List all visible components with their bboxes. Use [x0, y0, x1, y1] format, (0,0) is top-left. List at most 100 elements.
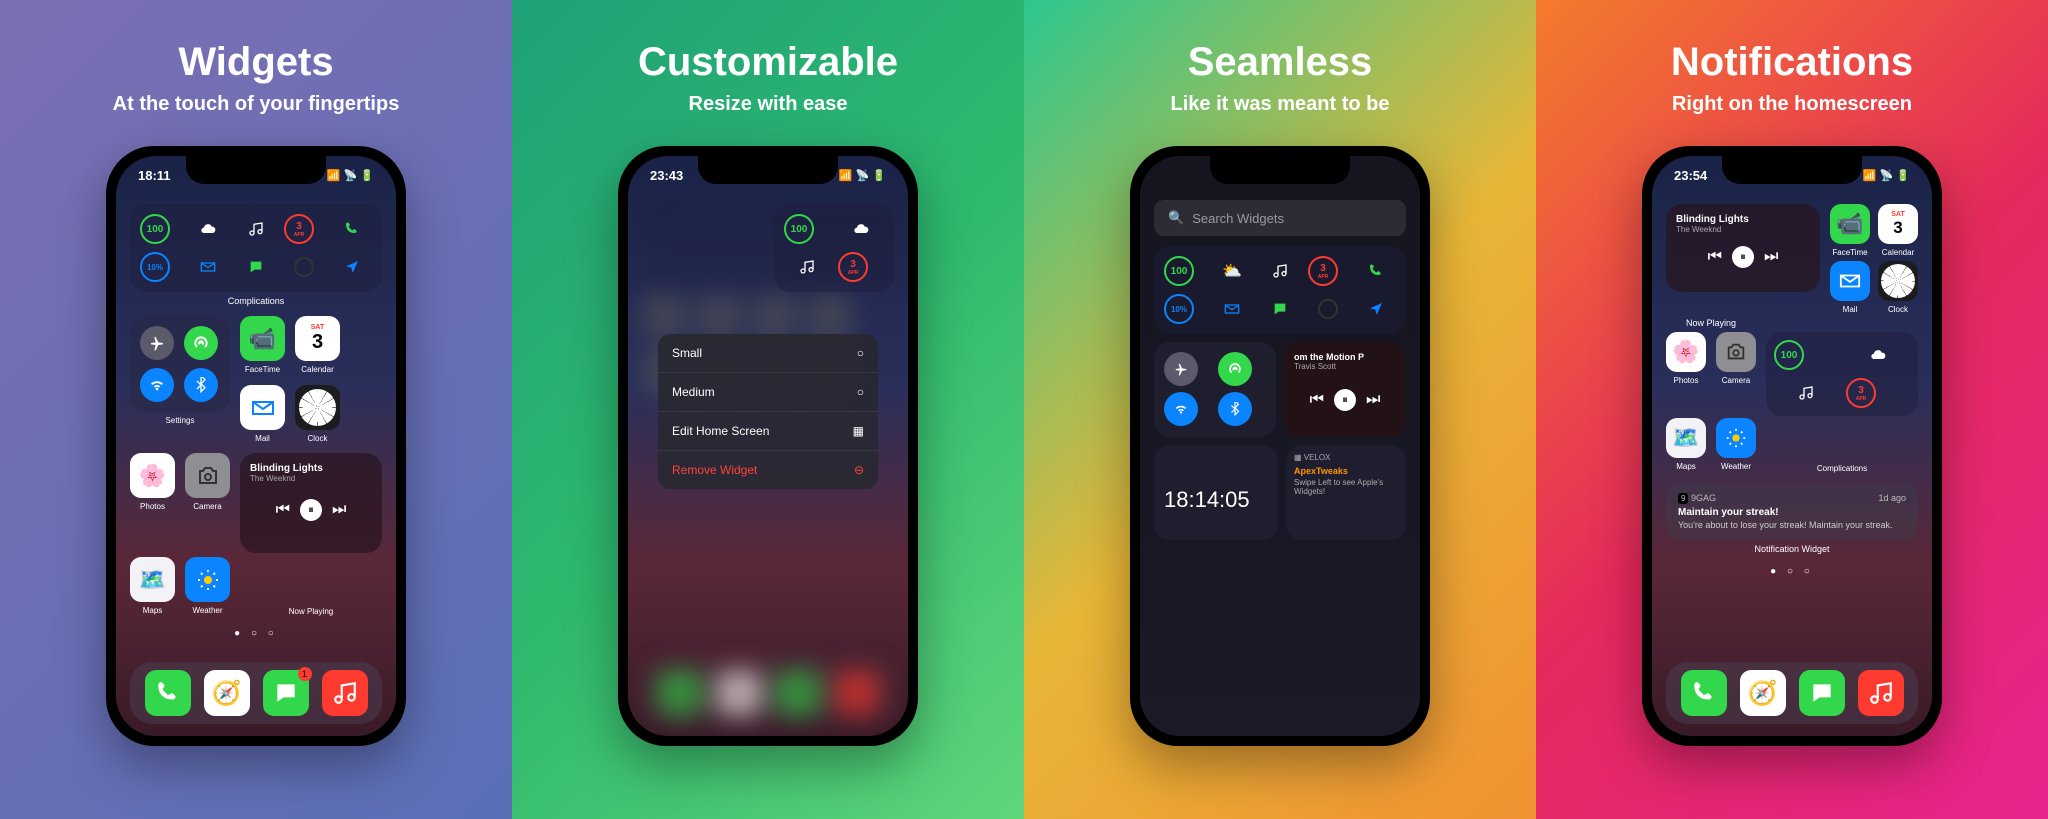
page-dots[interactable]: ● ○ ○ [130, 628, 382, 639]
music-icon[interactable] [236, 214, 276, 244]
next-button[interactable]: ⏭ [1764, 248, 1778, 266]
music-icon[interactable] [784, 252, 830, 282]
music-icon[interactable] [1260, 256, 1300, 286]
weather-app[interactable] [185, 557, 230, 602]
mail-icon[interactable] [1212, 294, 1252, 324]
menu-remove-widget[interactable]: Remove Widget⊖ [658, 451, 878, 489]
pause-button[interactable]: ⏸ [1334, 389, 1356, 411]
phone-icon[interactable] [1356, 256, 1396, 286]
messages-icon[interactable] [236, 252, 276, 282]
connectivity-widget[interactable] [130, 316, 230, 412]
velox-widget[interactable]: ▦ VELOX ApexTweaks Swipe Left to see App… [1286, 445, 1406, 540]
location-icon[interactable] [1356, 294, 1396, 324]
location-icon[interactable] [332, 252, 372, 282]
weather-icon[interactable] [1846, 340, 1910, 370]
dock-phone[interactable] [1681, 670, 1727, 716]
complications-widget[interactable]: 100 3APR 10% [130, 204, 382, 292]
photos-app[interactable]: 🌸 [130, 453, 175, 498]
search-icon: 🔍 [1168, 210, 1184, 226]
camera-app[interactable] [185, 453, 230, 498]
battery-complication[interactable]: 100 [140, 214, 170, 244]
wifi-toggle[interactable] [1164, 392, 1198, 426]
dock-music[interactable] [322, 670, 368, 716]
date-complication[interactable]: 3APR [838, 252, 868, 282]
weather-icon[interactable]: ⛅ [1212, 256, 1252, 286]
facetime-app[interactable]: 📹 [240, 316, 285, 361]
search-widgets-input[interactable]: 🔍 Search Widgets [1154, 200, 1406, 236]
mail-icon[interactable] [188, 252, 228, 282]
storage-complication[interactable]: 10% [140, 252, 170, 282]
activity-complication[interactable] [284, 252, 324, 282]
page-dots[interactable]: ● ○ ○ [1666, 566, 1918, 577]
battery-complication[interactable]: 100 [1164, 256, 1194, 286]
dock: 🧭 1 [130, 662, 382, 724]
status-icons: 📶 📡 🔋 [839, 169, 886, 182]
cellular-toggle[interactable] [1218, 352, 1252, 386]
calendar-app[interactable]: SAT3 [295, 316, 340, 361]
wifi-toggle[interactable] [140, 368, 174, 402]
facetime-app[interactable]: 📹 [1830, 204, 1870, 244]
cellular-toggle[interactable] [184, 326, 218, 360]
dock-messages[interactable] [1799, 670, 1845, 716]
prev-button[interactable]: ⏮ [1310, 391, 1324, 409]
dock-messages[interactable]: 1 [263, 670, 309, 716]
dock-safari[interactable]: 🧭 [1740, 670, 1786, 716]
battery-complication[interactable]: 100 [784, 214, 814, 244]
complications-label: Complications [130, 296, 382, 306]
date-complication[interactable]: 3APR [1308, 256, 1338, 286]
next-button[interactable]: ⏭ [1366, 391, 1380, 409]
complications-widget[interactable]: 100 ⛅ 3APR 10% [1154, 246, 1406, 334]
camera-app[interactable] [1716, 332, 1756, 372]
status-time: 23:54 [1674, 168, 1707, 183]
pause-button[interactable]: ⏸ [300, 499, 322, 521]
weather-icon[interactable] [838, 214, 884, 244]
bluetooth-toggle[interactable] [1218, 392, 1252, 426]
clock-app[interactable] [295, 385, 340, 430]
dock-safari[interactable]: 🧭 [204, 670, 250, 716]
menu-small[interactable]: Small○ [658, 334, 878, 373]
bluetooth-toggle[interactable] [184, 368, 218, 402]
weather-icon[interactable] [188, 214, 228, 244]
photos-app[interactable]: 🌸 [1666, 332, 1706, 372]
settings-label: Settings [130, 416, 230, 425]
complications-widget-small[interactable]: 100 3APR [1766, 332, 1918, 416]
next-button[interactable]: ⏭ [332, 501, 346, 519]
mail-app[interactable] [1830, 261, 1870, 301]
menu-medium[interactable]: Medium○ [658, 373, 878, 412]
now-playing-widget[interactable]: Blinding Lights The Weeknd ⏮ ⏸ ⏭ [240, 453, 382, 553]
phone-icon[interactable] [332, 214, 372, 244]
maps-app[interactable]: 🗺️ [130, 557, 175, 602]
panel-widgets: Widgets At the touch of your fingertips … [0, 0, 512, 819]
panel-title: Customizable [638, 40, 898, 85]
weather-app[interactable] [1716, 418, 1756, 458]
menu-edit-home[interactable]: Edit Home Screen▦ [658, 412, 878, 451]
date-complication[interactable]: 3APR [1846, 378, 1876, 408]
airplane-toggle[interactable] [140, 326, 174, 360]
messages-icon[interactable] [1260, 294, 1300, 324]
pause-button[interactable]: ⏸ [1732, 246, 1754, 268]
music-icon[interactable] [1774, 378, 1838, 408]
notification-widget[interactable]: 9 9GAG 1d ago Maintain your streak! You'… [1666, 483, 1918, 540]
calendar-app[interactable]: SAT3 [1878, 204, 1918, 244]
panel-subtitle: Right on the homescreen [1672, 93, 1912, 116]
phone-mockup: 18:11 📶 📡 🔋 100 3APR 10% [106, 146, 406, 746]
now-playing-widget[interactable]: om the Motion P Travis Scott ⏮ ⏸ ⏭ [1284, 342, 1406, 437]
battery-complication[interactable]: 100 [1774, 340, 1804, 370]
date-complication[interactable]: 3APR [284, 214, 314, 244]
clock-widget[interactable]: 18:14:05 [1154, 445, 1278, 540]
storage-complication[interactable]: 10% [1164, 294, 1194, 324]
prev-button[interactable]: ⏮ [1708, 248, 1722, 266]
airplane-toggle[interactable] [1164, 352, 1198, 386]
panel-subtitle: Like it was meant to be [1171, 93, 1390, 116]
complications-widget-small[interactable]: 100 3APR [774, 204, 894, 292]
now-playing-widget[interactable]: Blinding Lights The Weeknd ⏮ ⏸ ⏭ [1666, 204, 1820, 292]
clock-app[interactable] [1878, 261, 1918, 301]
dock-music[interactable] [1858, 670, 1904, 716]
mail-app[interactable] [240, 385, 285, 430]
activity-complication[interactable] [1308, 294, 1348, 324]
dock-phone[interactable] [145, 670, 191, 716]
prev-button[interactable]: ⏮ [276, 501, 290, 519]
maps-app[interactable]: 🗺️ [1666, 418, 1706, 458]
connectivity-widget[interactable] [1154, 342, 1276, 437]
dock [642, 662, 894, 724]
